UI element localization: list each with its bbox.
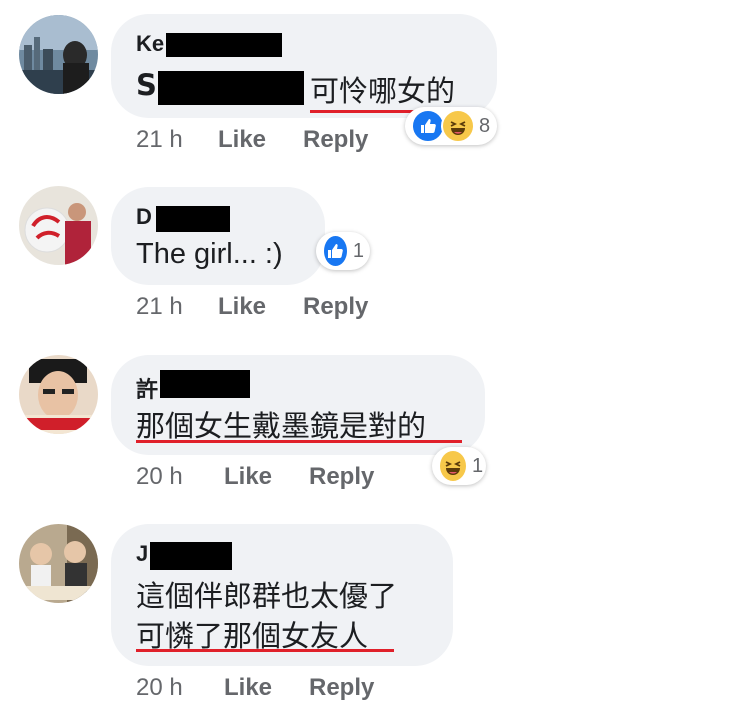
comment-meta: 20 h Like Reply [0,674,745,704]
like-button[interactable]: Like [218,293,266,321]
avatar[interactable] [19,355,98,434]
red-underline [136,649,394,652]
like-button[interactable]: Like [218,126,266,154]
like-icon [322,234,349,268]
like-button[interactable]: Like [224,674,272,702]
reply-button[interactable]: Reply [303,126,368,154]
comment-bubble: D The girl... :) [111,187,325,285]
redacted-text [158,71,304,105]
comment-author[interactable]: D [136,204,152,230]
redacted-name [160,370,250,398]
comment-author[interactable]: 許 [136,372,158,404]
avatar[interactable] [19,524,98,603]
comment-text-line: 可怜哪女的 [310,74,456,108]
like-button[interactable]: Like [224,463,272,491]
comment-bubble: J 這個伴郎群也太優了 可憐了那個女友人 [111,524,453,666]
comment-text-line: The girl... :) [136,238,283,270]
redacted-name [166,33,282,57]
redacted-name [150,542,232,570]
comment-text-line: 那個女生戴墨鏡是對的 [136,409,427,443]
timestamp[interactable]: 20 h [136,674,183,702]
comment-text-line: S [136,68,157,102]
reply-button[interactable]: Reply [309,463,374,491]
reactions-summary[interactable]: 1 [316,232,370,270]
comment-meta: 20 h Like Reply [0,463,745,493]
avatar[interactable] [19,15,98,94]
reply-button[interactable]: Reply [309,674,374,702]
comment-bubble: 許 那個女生戴墨鏡是對的 [111,355,485,455]
red-underline [136,440,462,443]
reaction-count: 1 [352,239,364,262]
comment-text-line: 這個伴郎群也太優了 [136,579,398,613]
timestamp[interactable]: 21 h [136,126,183,154]
reply-button[interactable]: Reply [303,293,368,321]
comment-meta: 21 h Like Reply [0,293,745,323]
comment-meta: 21 h Like Reply [0,126,745,156]
avatar[interactable] [19,186,98,265]
comment-author[interactable]: J [136,541,148,567]
redacted-name [156,206,230,232]
timestamp[interactable]: 21 h [136,293,183,321]
comment-author[interactable]: Ke [136,31,164,57]
timestamp[interactable]: 20 h [136,463,183,491]
comment-bubble: Ke S 可怜哪女的 [111,14,497,118]
